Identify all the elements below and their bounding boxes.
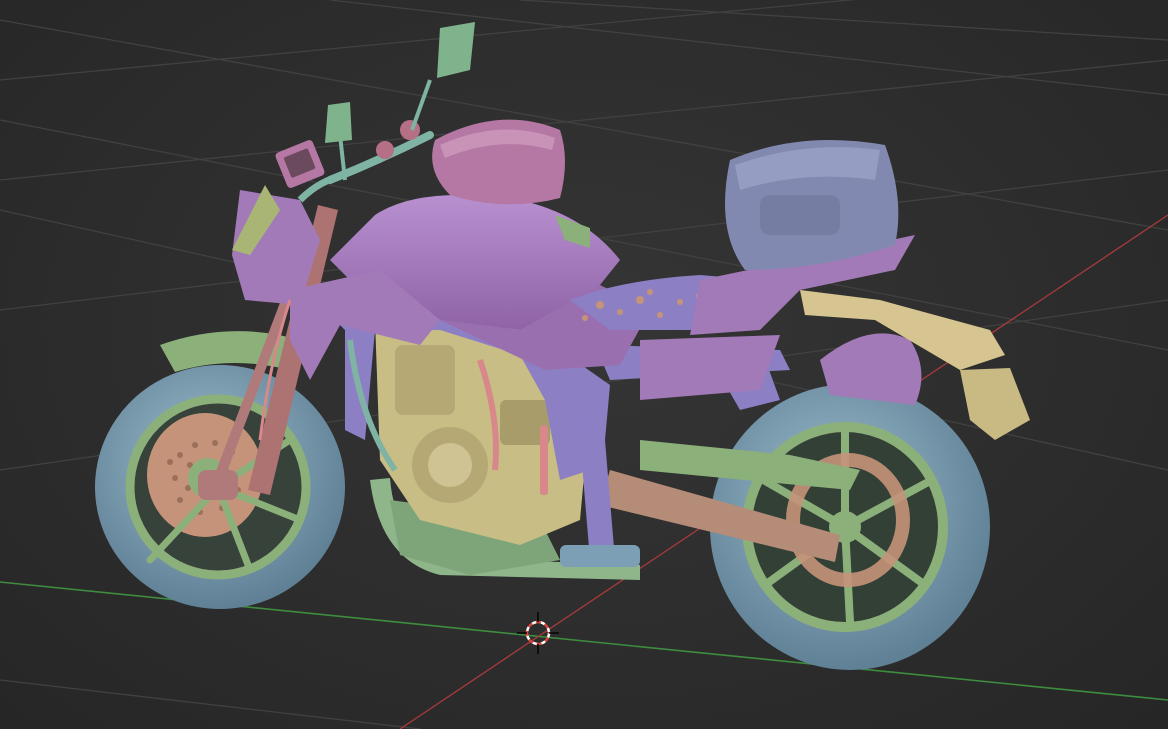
3d-viewport[interactable] — [0, 0, 1168, 729]
motorcycle-model[interactable] — [95, 22, 1030, 670]
license-plate-holder — [960, 368, 1030, 440]
tail-bag[interactable] — [725, 140, 899, 270]
3d-cursor-icon[interactable] — [517, 612, 559, 654]
right-mirror — [410, 22, 475, 131]
viewport-canvas[interactable] — [0, 0, 1168, 729]
rear-shock — [540, 425, 548, 495]
rear-silencer — [820, 333, 922, 405]
tank-bag[interactable] — [432, 119, 565, 205]
left-mirror — [325, 102, 352, 181]
